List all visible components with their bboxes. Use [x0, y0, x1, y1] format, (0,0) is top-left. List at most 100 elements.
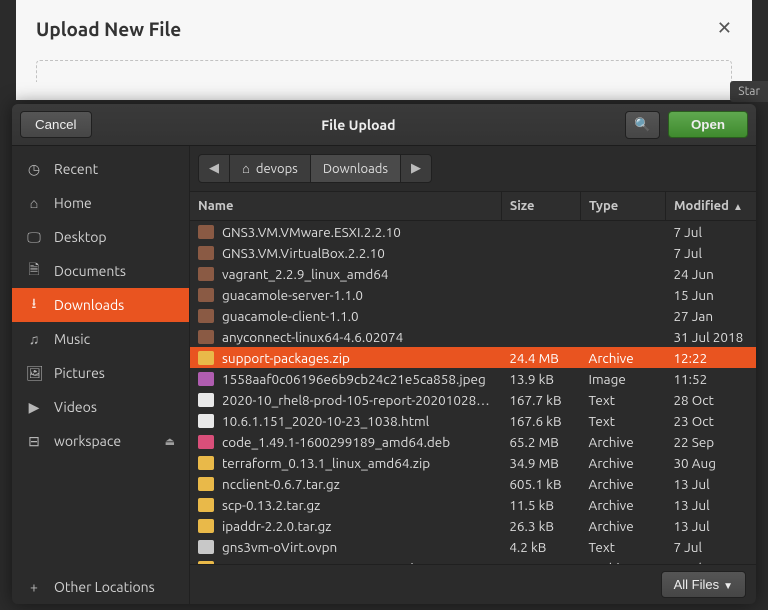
documents-icon: 🗎: [26, 259, 42, 283]
file-row[interactable]: support-packages.zip24.4 MBArchive12:22: [190, 347, 756, 368]
file-type: Archive: [581, 473, 666, 494]
zip-icon: [198, 351, 214, 365]
sidebar-other-locations[interactable]: + Other Locations: [12, 570, 189, 604]
column-header-type[interactable]: Type: [581, 192, 666, 221]
sidebar-item-label: Other Locations: [54, 579, 155, 595]
ovpn-icon: [198, 540, 214, 554]
file-name: gns3vm-oVirt.ovpn: [222, 539, 337, 555]
file-row[interactable]: anyconnect-linux64-4.6.0207431 Jul 2018: [190, 326, 756, 347]
close-icon[interactable]: ✕: [717, 18, 732, 39]
file-size: 24.4 MB: [501, 347, 580, 368]
file-size: 560.8 MB: [501, 557, 580, 564]
file-size: 13.9 kB: [501, 368, 580, 389]
sidebar-item-videos[interactable]: ▶Videos: [12, 390, 189, 424]
sidebar-item-recent[interactable]: ◷Recent: [12, 152, 189, 186]
main-panel: ◀ ⌂devops Downloads ▶ Name Size Type Mod…: [190, 146, 756, 604]
file-row[interactable]: terraform_0.13.1_linux_amd64.zip34.9 MBA…: [190, 452, 756, 473]
file-name: code_1.49.1-1600299189_amd64.deb: [222, 434, 450, 450]
sidebar-item-downloads[interactable]: ⭳Downloads: [12, 288, 189, 322]
file-name: support-packages.zip: [222, 350, 350, 366]
zip-icon: [198, 498, 214, 512]
file-row[interactable]: guacamole-server-1.1.015 Jun: [190, 284, 756, 305]
path-seg-current[interactable]: Downloads: [311, 155, 401, 182]
file-name: terraform_0.13.1_linux_amd64.zip: [222, 455, 430, 471]
star-badge[interactable]: Star: [730, 81, 768, 102]
upload-dropzone[interactable]: [36, 60, 732, 82]
file-row[interactable]: GNS3.VM.VMware.ESXI.2.2.10.zip560.8 MBAr…: [190, 557, 756, 564]
file-name: GNS3.VM.VirtualBox.2.2.10: [222, 245, 385, 261]
file-size: 34.9 MB: [501, 452, 580, 473]
pictures-icon: 🖼: [26, 365, 42, 382]
sidebar-item-documents[interactable]: 🗎 Documents: [12, 254, 189, 288]
file-type: Archive: [581, 557, 666, 564]
file-modified: 30 Aug: [665, 452, 756, 473]
column-header-modified[interactable]: Modified▲: [665, 192, 756, 221]
file-name: anyconnect-linux64-4.6.02074: [222, 329, 403, 345]
file-type: Text: [581, 389, 666, 410]
plus-icon: +: [26, 579, 42, 595]
cancel-button[interactable]: Cancel: [20, 111, 92, 138]
file-name: scp-0.13.2.tar.gz: [222, 497, 320, 513]
dialog-title: File Upload: [92, 117, 626, 133]
folder-icon: [198, 225, 214, 239]
sidebar-item-label: Pictures: [54, 365, 105, 381]
zip-icon: [198, 477, 214, 491]
file-name: ipaddr-2.2.0.tar.gz: [222, 518, 331, 534]
file-row[interactable]: ipaddr-2.2.0.tar.gz26.3 kBArchive13 Jul: [190, 515, 756, 536]
file-modified: 27 Jan: [665, 305, 756, 326]
file-type: [581, 221, 666, 243]
file-row[interactable]: GNS3.VM.VMware.ESXI.2.2.107 Jul: [190, 221, 756, 243]
sidebar-item-pictures[interactable]: 🖼 Pictures: [12, 356, 189, 390]
file-list[interactable]: Name Size Type Modified▲ GNS3.VM.VMware.…: [190, 192, 756, 564]
file-dialog: Cancel File Upload 🔍 Open ◷Recent⌂Home🖵D…: [12, 104, 756, 604]
sidebar-item-desktop[interactable]: 🖵Desktop: [12, 220, 189, 254]
downloads-icon: ⭳: [26, 293, 42, 317]
path-forward-button[interactable]: ▶: [401, 155, 431, 182]
sidebar-item-label: Documents: [54, 263, 126, 279]
titlebar: Cancel File Upload 🔍 Open: [12, 104, 756, 146]
file-type: [581, 284, 666, 305]
file-row[interactable]: scp-0.13.2.tar.gz11.5 kBArchive13 Jul: [190, 494, 756, 515]
file-modified: 7 Jul: [665, 242, 756, 263]
chevron-right-icon: ▶: [411, 161, 421, 176]
file-modified: 7 Jul: [665, 221, 756, 243]
file-row[interactable]: ncclient-0.6.7.tar.gz605.1 kBArchive13 J…: [190, 473, 756, 494]
folder-icon: [198, 288, 214, 302]
file-type-filter[interactable]: All Files▼: [661, 571, 746, 598]
file-row[interactable]: code_1.49.1-1600299189_amd64.deb65.2 MBA…: [190, 431, 756, 452]
file-row[interactable]: gns3vm-oVirt.ovpn4.2 kBText7 Jul: [190, 536, 756, 557]
file-row[interactable]: GNS3.VM.VirtualBox.2.2.10 7 Jul: [190, 242, 756, 263]
column-header-name[interactable]: Name: [190, 192, 501, 221]
file-row[interactable]: guacamole-client-1.1.0 27 Jan: [190, 305, 756, 326]
file-size: 11.5 kB: [501, 494, 580, 515]
file-type: [581, 242, 666, 263]
file-modified: 15 Jun: [665, 284, 756, 305]
file-modified: 13 Jul: [665, 515, 756, 536]
open-button[interactable]: Open: [668, 111, 748, 138]
file-modified: 28 Oct: [665, 389, 756, 410]
sidebar-item-home[interactable]: ⌂Home: [12, 186, 189, 220]
search-button[interactable]: 🔍: [625, 111, 660, 139]
path-seg-home[interactable]: ⌂devops: [230, 155, 311, 182]
file-row[interactable]: 2020-10_rhel8-prod-105-report-20201028…1…: [190, 389, 756, 410]
file-row[interactable]: 1558aaf0c06196e6b9cb24c21e5ca858.jpeg 13.…: [190, 368, 756, 389]
path-back-button[interactable]: ◀: [199, 155, 230, 182]
file-name: guacamole-client-1.1.0: [222, 308, 359, 324]
txt-icon: [198, 393, 214, 407]
chevron-left-icon: ◀: [209, 161, 219, 176]
desktop-icon: 🖵: [26, 229, 42, 246]
column-header-size[interactable]: Size: [501, 192, 580, 221]
file-row[interactable]: vagrant_2.2.9_linux_amd6424 Jun: [190, 263, 756, 284]
file-size: [501, 242, 580, 263]
zip-icon: [198, 519, 214, 533]
file-size: 4.2 kB: [501, 536, 580, 557]
img-icon: [198, 372, 214, 386]
file-row[interactable]: 10.6.1.151_2020-10-23_1038.html167.6 kBT…: [190, 410, 756, 431]
folder-icon: [198, 330, 214, 344]
eject-icon[interactable]: ⏏: [165, 435, 175, 448]
sidebar-item-music[interactable]: ♫Music: [12, 322, 189, 356]
sidebar-item-label: Videos: [54, 399, 97, 415]
disk-icon: ⊟: [26, 433, 42, 450]
sidebar-item-workspace[interactable]: ⊟workspace⏏: [12, 424, 189, 458]
file-name: 1558aaf0c06196e6b9cb24c21e5ca858.jpeg: [222, 371, 486, 387]
